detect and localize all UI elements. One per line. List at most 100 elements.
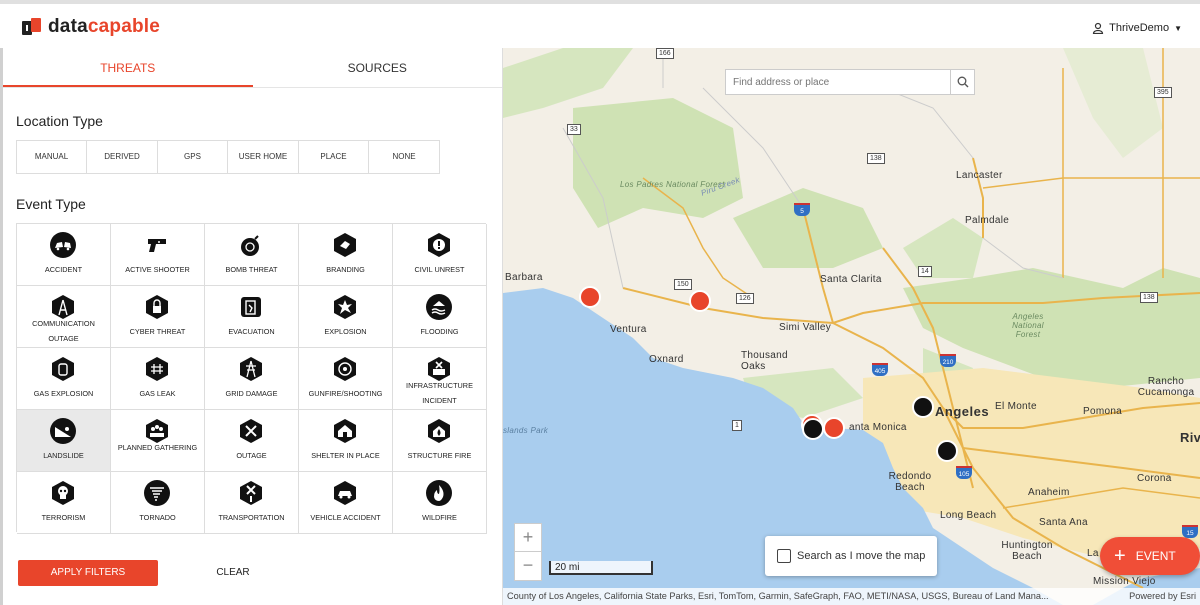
event-label: SHELTER IN PLACE: [311, 451, 380, 460]
add-event-button[interactable]: + EVENT: [1100, 537, 1200, 575]
map-label-el-monte: El Monte: [995, 401, 1037, 412]
event-civil-unrest[interactable]: CIVIL UNREST: [393, 224, 487, 286]
logo-mark-icon: [22, 18, 44, 36]
apply-filters-button[interactable]: APPLY FILTERS: [18, 560, 158, 586]
event-cyber-threat[interactable]: CYBER THREAT: [111, 286, 205, 348]
route-shield: 395: [1154, 87, 1172, 98]
map-label-corona: Corona: [1137, 473, 1172, 484]
tabs-divider: [3, 87, 502, 88]
zoom-in-button[interactable]: +: [515, 524, 541, 552]
event-label: PLANNED GATHERING: [117, 443, 198, 452]
event-gas-leak[interactable]: GAS LEAK: [111, 348, 205, 410]
event-evacuation[interactable]: EVACUATION: [205, 286, 299, 348]
event-marker-landslide[interactable]: [936, 440, 958, 462]
route-shield: 14: [918, 266, 932, 277]
zoom-out-button[interactable]: −: [515, 552, 541, 580]
event-wildfire[interactable]: WILDFIRE: [393, 472, 487, 534]
event-label: GUNFIRE/SHOOTING: [308, 389, 383, 398]
event-marker-landslide[interactable]: [579, 286, 601, 308]
user-menu[interactable]: ThriveDemo ▼: [1092, 22, 1182, 34]
location-gps-button[interactable]: GPS: [158, 141, 228, 173]
event-gunfire-shooting[interactable]: GUNFIRE/SHOOTING: [299, 348, 393, 410]
tab-sources[interactable]: SOURCES: [253, 48, 503, 87]
map-label-santa-ana: Santa Ana: [1039, 517, 1088, 528]
location-manual-button[interactable]: MANUAL: [17, 141, 87, 173]
map-view[interactable]: Los Padres National Forest Piru Creek An…: [503, 48, 1200, 605]
event-tornado[interactable]: TORNADO: [111, 472, 205, 534]
search-as-move-control[interactable]: Search as I move the map: [765, 536, 937, 576]
bomb-icon: [241, 235, 259, 256]
fire-icon: [426, 480, 452, 506]
map-label-angeles-nf: Angeles National Forest: [1012, 312, 1044, 339]
gas-explosion-icon: [52, 357, 74, 381]
datacapable-logo[interactable]: datacapable: [22, 16, 160, 38]
clear-button[interactable]: CLEAR: [203, 560, 263, 586]
event-label: BRANDING: [326, 265, 365, 274]
event-accident[interactable]: ACCIDENT: [17, 224, 111, 286]
location-none-button[interactable]: NONE: [369, 141, 439, 173]
event-label: OUTAGE: [236, 451, 267, 460]
event-grid-damage[interactable]: GRID DAMAGE: [205, 348, 299, 410]
alert-icon: [428, 233, 450, 257]
map-search-input[interactable]: [726, 70, 950, 94]
event-label: GAS LEAK: [139, 389, 176, 398]
interstate-shield: 405: [872, 363, 888, 376]
house-fire-icon: [428, 419, 450, 443]
event-type-grid: ACCIDENT ACTIVE SHOOTER BOMB THREAT BRAN…: [16, 223, 487, 534]
landslide-icon: [50, 418, 76, 444]
event-vehicle-accident[interactable]: VEHICLE ACCIDENT: [299, 472, 393, 534]
map-label-huntington: Huntington Beach: [1001, 540, 1053, 562]
caret-down-icon: ▼: [1174, 23, 1182, 33]
route-shield: 126: [736, 293, 754, 304]
event-label: WILDFIRE: [422, 513, 457, 522]
event-label: TRANSPORTATION: [218, 513, 285, 522]
location-user-home-button[interactable]: USER HOME: [228, 141, 299, 173]
map-label-santa-clarita: Santa Clarita: [820, 274, 882, 285]
event-landslide[interactable]: LANDSLIDE: [17, 410, 111, 472]
event-label: EVACUATION: [228, 327, 275, 336]
event-active-shooter[interactable]: ACTIVE SHOOTER: [111, 224, 205, 286]
location-place-button[interactable]: PLACE: [299, 141, 369, 173]
location-derived-button[interactable]: DERIVED: [87, 141, 158, 173]
route-shield: 33: [567, 124, 581, 135]
power-pylon-icon: [240, 357, 262, 381]
event-communication-outage[interactable]: COMMUNICATION OUTAGE: [17, 286, 111, 348]
map-search-button[interactable]: [950, 70, 974, 94]
interstate-shield: 210: [940, 354, 956, 367]
event-label: GRID DAMAGE: [225, 389, 278, 398]
route-shield: 166: [656, 48, 674, 59]
event-infrastructure-incident[interactable]: INFRASTRUCTURE INCIDENT: [393, 348, 487, 410]
map-search-box: [725, 69, 975, 95]
event-terrorism[interactable]: TERRORISM: [17, 472, 111, 534]
road-block-icon: [240, 481, 262, 505]
event-label: EXPLOSION: [324, 327, 367, 336]
search-as-move-checkbox[interactable]: [777, 549, 791, 563]
event-explosion[interactable]: EXPLOSION: [299, 286, 393, 348]
event-outage[interactable]: OUTAGE: [205, 410, 299, 472]
event-label: CYBER THREAT: [129, 327, 186, 336]
map-label-oxnard: Oxnard: [649, 354, 684, 365]
user-icon: [1093, 22, 1104, 34]
event-planned-gathering[interactable]: PLANNED GATHERING: [111, 410, 205, 472]
shelter-icon: [334, 419, 356, 443]
powered-by-esri[interactable]: Powered by Esri: [1129, 588, 1196, 605]
vehicle-accident-icon: [334, 481, 356, 505]
interstate-shield: 15: [1182, 525, 1198, 538]
event-flooding[interactable]: FLOODING: [393, 286, 487, 348]
map-label-la: La: [1087, 548, 1099, 559]
event-marker-landslide[interactable]: [823, 417, 845, 439]
map-label-barbara: Barbara: [505, 272, 543, 283]
event-bomb-threat[interactable]: BOMB THREAT: [205, 224, 299, 286]
event-marker-landslide[interactable]: [689, 290, 711, 312]
event-branding[interactable]: BRANDING: [299, 224, 393, 286]
event-shelter-in-place[interactable]: SHELTER IN PLACE: [299, 410, 393, 472]
event-structure-fire[interactable]: STRUCTURE FIRE: [393, 410, 487, 472]
event-label: ACTIVE SHOOTER: [125, 265, 190, 274]
event-transportation[interactable]: TRANSPORTATION: [205, 472, 299, 534]
tab-threats[interactable]: THREATS: [3, 48, 253, 87]
location-type-title: Location Type: [16, 113, 103, 129]
event-marker-landslide[interactable]: [802, 418, 824, 440]
event-gas-explosion[interactable]: GAS EXPLOSION: [17, 348, 111, 410]
event-marker-landslide[interactable]: [912, 396, 934, 418]
map-attribution: County of Los Angeles, California State …: [503, 588, 1200, 605]
